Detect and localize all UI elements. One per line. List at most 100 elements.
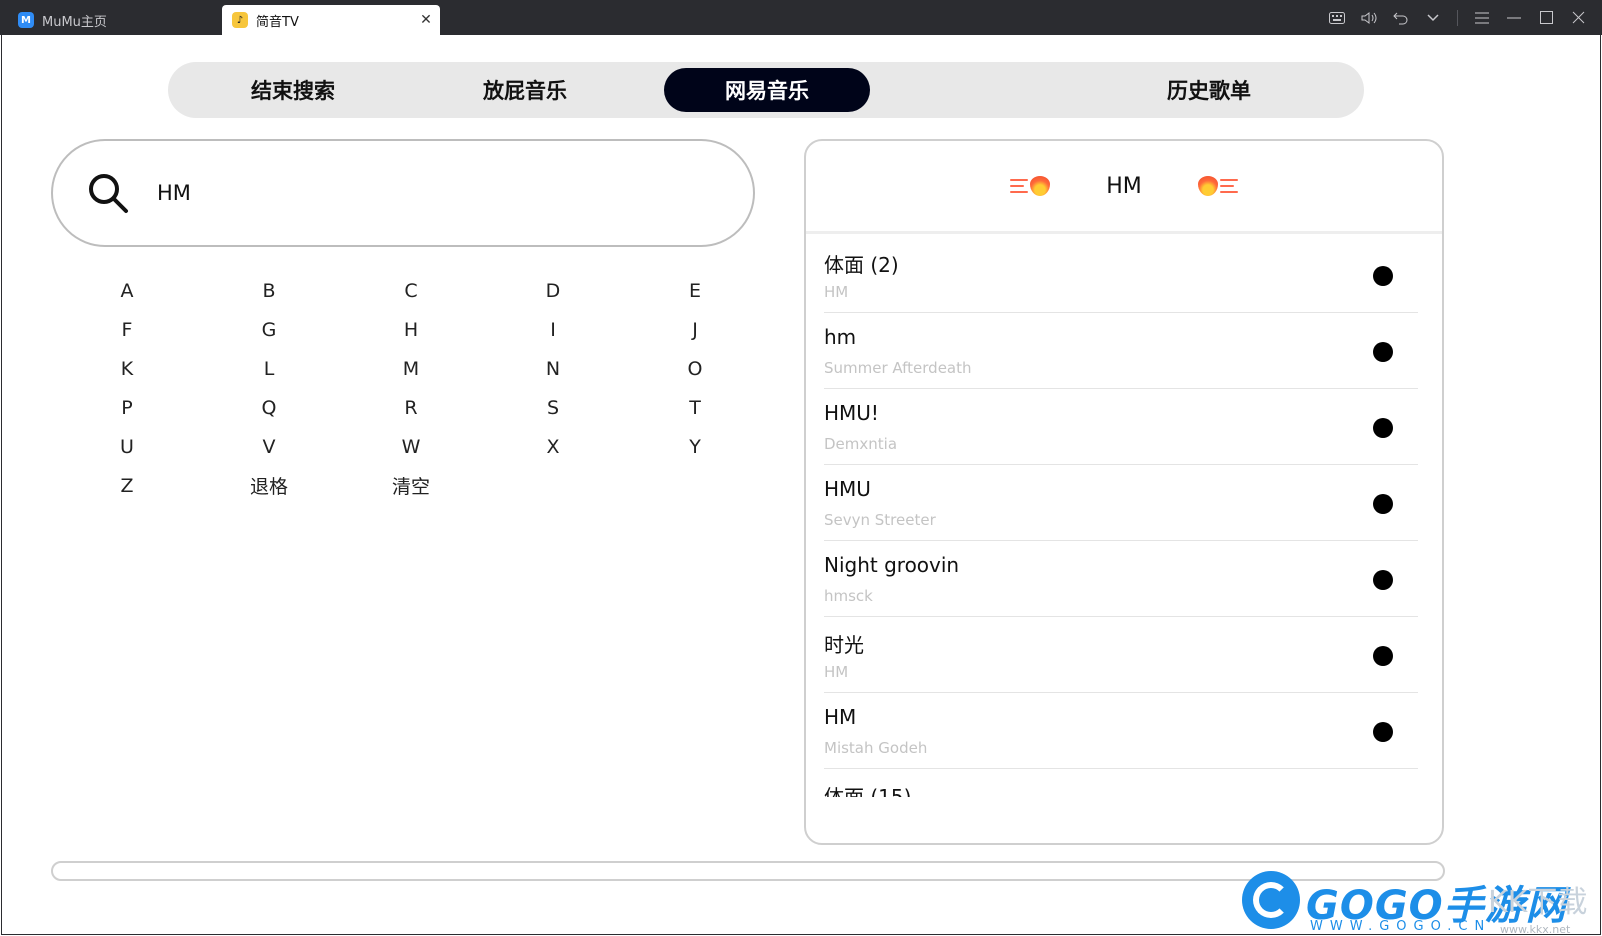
key-r[interactable]: R [340, 397, 482, 419]
tab-label: MuMu主页 [42, 14, 107, 30]
volume-icon[interactable] [1353, 2, 1385, 34]
play-dot-icon[interactable] [1373, 570, 1393, 590]
list-item[interactable]: 体面 (15) [824, 769, 1418, 797]
keyboard-row: A B C D E [56, 271, 766, 310]
key-f[interactable]: F [56, 319, 198, 341]
flame-right-icon [1197, 176, 1240, 196]
watermark-subtext: WWW.GOGO.CN [1310, 919, 1492, 934]
key-g[interactable]: G [198, 319, 340, 341]
results-list[interactable]: 体面 (2) HM hm Summer Afterdeath HMU! Demx… [824, 237, 1418, 797]
top-nav: 结束搜索 放屁音乐 网易音乐 历史歌单 [168, 62, 1364, 118]
song-title: HMU! [824, 401, 879, 425]
song-title: Night groovin [824, 553, 960, 577]
close-icon[interactable] [1562, 2, 1594, 34]
play-dot-icon[interactable] [1373, 494, 1393, 514]
key-k[interactable]: K [56, 358, 198, 380]
song-artist: Summer Afterdeath [824, 359, 972, 377]
separator [1457, 9, 1458, 26]
song-title: HM [824, 705, 857, 729]
list-item[interactable]: Night groovin hmsck [824, 541, 1418, 617]
key-w[interactable]: W [340, 436, 482, 458]
key-a[interactable]: A [56, 280, 198, 302]
keyboard-row: Z 退格 清空 [56, 466, 766, 505]
song-title: 体面 (15) [824, 785, 912, 797]
list-item[interactable]: HMU! Demxntia [824, 389, 1418, 465]
play-dot-icon[interactable] [1373, 418, 1393, 438]
watermark: GOGO手游网 WWW.GOGO.CN KK下载 www.kkx.net [1242, 867, 1602, 936]
search-value: HM [157, 181, 191, 205]
list-item[interactable]: 体面 (2) HM [824, 237, 1418, 313]
minimize-icon[interactable] [1498, 2, 1530, 34]
keyboard-row: P Q R S T [56, 388, 766, 427]
tab-jianyin-tv[interactable]: ♪ 简音TV ✕ [222, 5, 440, 35]
mumu-logo-icon: M [18, 12, 34, 28]
key-q[interactable]: Q [198, 397, 340, 419]
title-bar: M MuMu主页 ♪ 简音TV ✕ [0, 0, 1602, 35]
key-i[interactable]: I [482, 319, 624, 341]
key-h[interactable]: H [340, 319, 482, 341]
results-query: HM [1106, 173, 1142, 199]
list-item[interactable]: HMU Sevyn Streeter [824, 465, 1418, 541]
key-v[interactable]: V [198, 436, 340, 458]
play-dot-icon[interactable] [1373, 342, 1393, 362]
chevron-down-icon[interactable] [1417, 2, 1449, 34]
nav-netease-music[interactable]: 网易音乐 [664, 68, 870, 112]
gogo-logo-icon [1242, 871, 1300, 929]
key-b[interactable]: B [198, 280, 340, 302]
key-l[interactable]: L [198, 358, 340, 380]
menu-icon[interactable] [1466, 2, 1498, 34]
keyboard-row: U V W X Y [56, 427, 766, 466]
key-p[interactable]: P [56, 397, 198, 419]
backspace-key[interactable]: 退格 [198, 472, 340, 499]
close-tab-icon[interactable]: ✕ [416, 12, 436, 28]
nav-end-search[interactable]: 结束搜索 [208, 68, 378, 112]
song-artist: Mistah Godeh [824, 739, 928, 757]
flame-left-icon [1008, 176, 1051, 196]
nav-fangpi-music[interactable]: 放屁音乐 [440, 68, 610, 112]
play-dot-icon[interactable] [1373, 646, 1393, 666]
song-artist: HM [824, 283, 849, 301]
song-artist: Sevyn Streeter [824, 511, 936, 529]
key-o[interactable]: O [624, 358, 766, 380]
key-u[interactable]: U [56, 436, 198, 458]
letter-keyboard: A B C D E F G H I J K L M N O P Q R S T … [56, 271, 766, 505]
kk-watermark-url: www.kkx.net [1500, 923, 1571, 936]
song-title: 体面 (2) [824, 253, 899, 277]
song-artist: hmsck [824, 587, 873, 605]
tab-mumu-home[interactable]: M MuMu主页 [8, 5, 218, 35]
list-item[interactable]: HM Mistah Godeh [824, 693, 1418, 769]
maximize-icon[interactable] [1530, 2, 1562, 34]
song-title: 时光 [824, 633, 864, 657]
play-dot-icon[interactable] [1373, 722, 1393, 742]
key-s[interactable]: S [482, 397, 624, 419]
list-item[interactable]: hm Summer Afterdeath [824, 313, 1418, 389]
search-icon [85, 170, 131, 216]
song-artist: HM [824, 663, 849, 681]
progress-bar[interactable] [51, 861, 1445, 881]
results-panel: HM 体面 (2) HM hm Summer Afterdeath HMU! D… [804, 139, 1444, 845]
app-logo-icon: ♪ [232, 12, 248, 28]
key-t[interactable]: T [624, 397, 766, 419]
song-title: HMU [824, 477, 871, 501]
key-e[interactable]: E [624, 280, 766, 302]
key-z[interactable]: Z [56, 475, 198, 497]
key-x[interactable]: X [482, 436, 624, 458]
list-item[interactable]: 时光 HM [824, 617, 1418, 693]
search-input[interactable]: HM [51, 139, 755, 247]
keyboard-row: F G H I J [56, 310, 766, 349]
window-controls [1321, 0, 1594, 35]
app-window: M MuMu主页 ♪ 简音TV ✕ 结束搜索 放屁音乐 网易音乐 历史歌单 HM… [0, 0, 1602, 936]
undo-icon[interactable] [1385, 2, 1417, 34]
play-dot-icon[interactable] [1373, 266, 1393, 286]
key-m[interactable]: M [340, 358, 482, 380]
keyboard-row: K L M N O [56, 349, 766, 388]
key-n[interactable]: N [482, 358, 624, 380]
key-d[interactable]: D [482, 280, 624, 302]
nav-history-playlist[interactable]: 历史歌单 [1124, 68, 1294, 112]
keyboard-icon[interactable] [1321, 2, 1353, 34]
key-j[interactable]: J [624, 319, 766, 341]
key-y[interactable]: Y [624, 436, 766, 458]
song-artist: Demxntia [824, 435, 898, 453]
key-c[interactable]: C [340, 280, 482, 302]
clear-key[interactable]: 清空 [340, 472, 482, 499]
